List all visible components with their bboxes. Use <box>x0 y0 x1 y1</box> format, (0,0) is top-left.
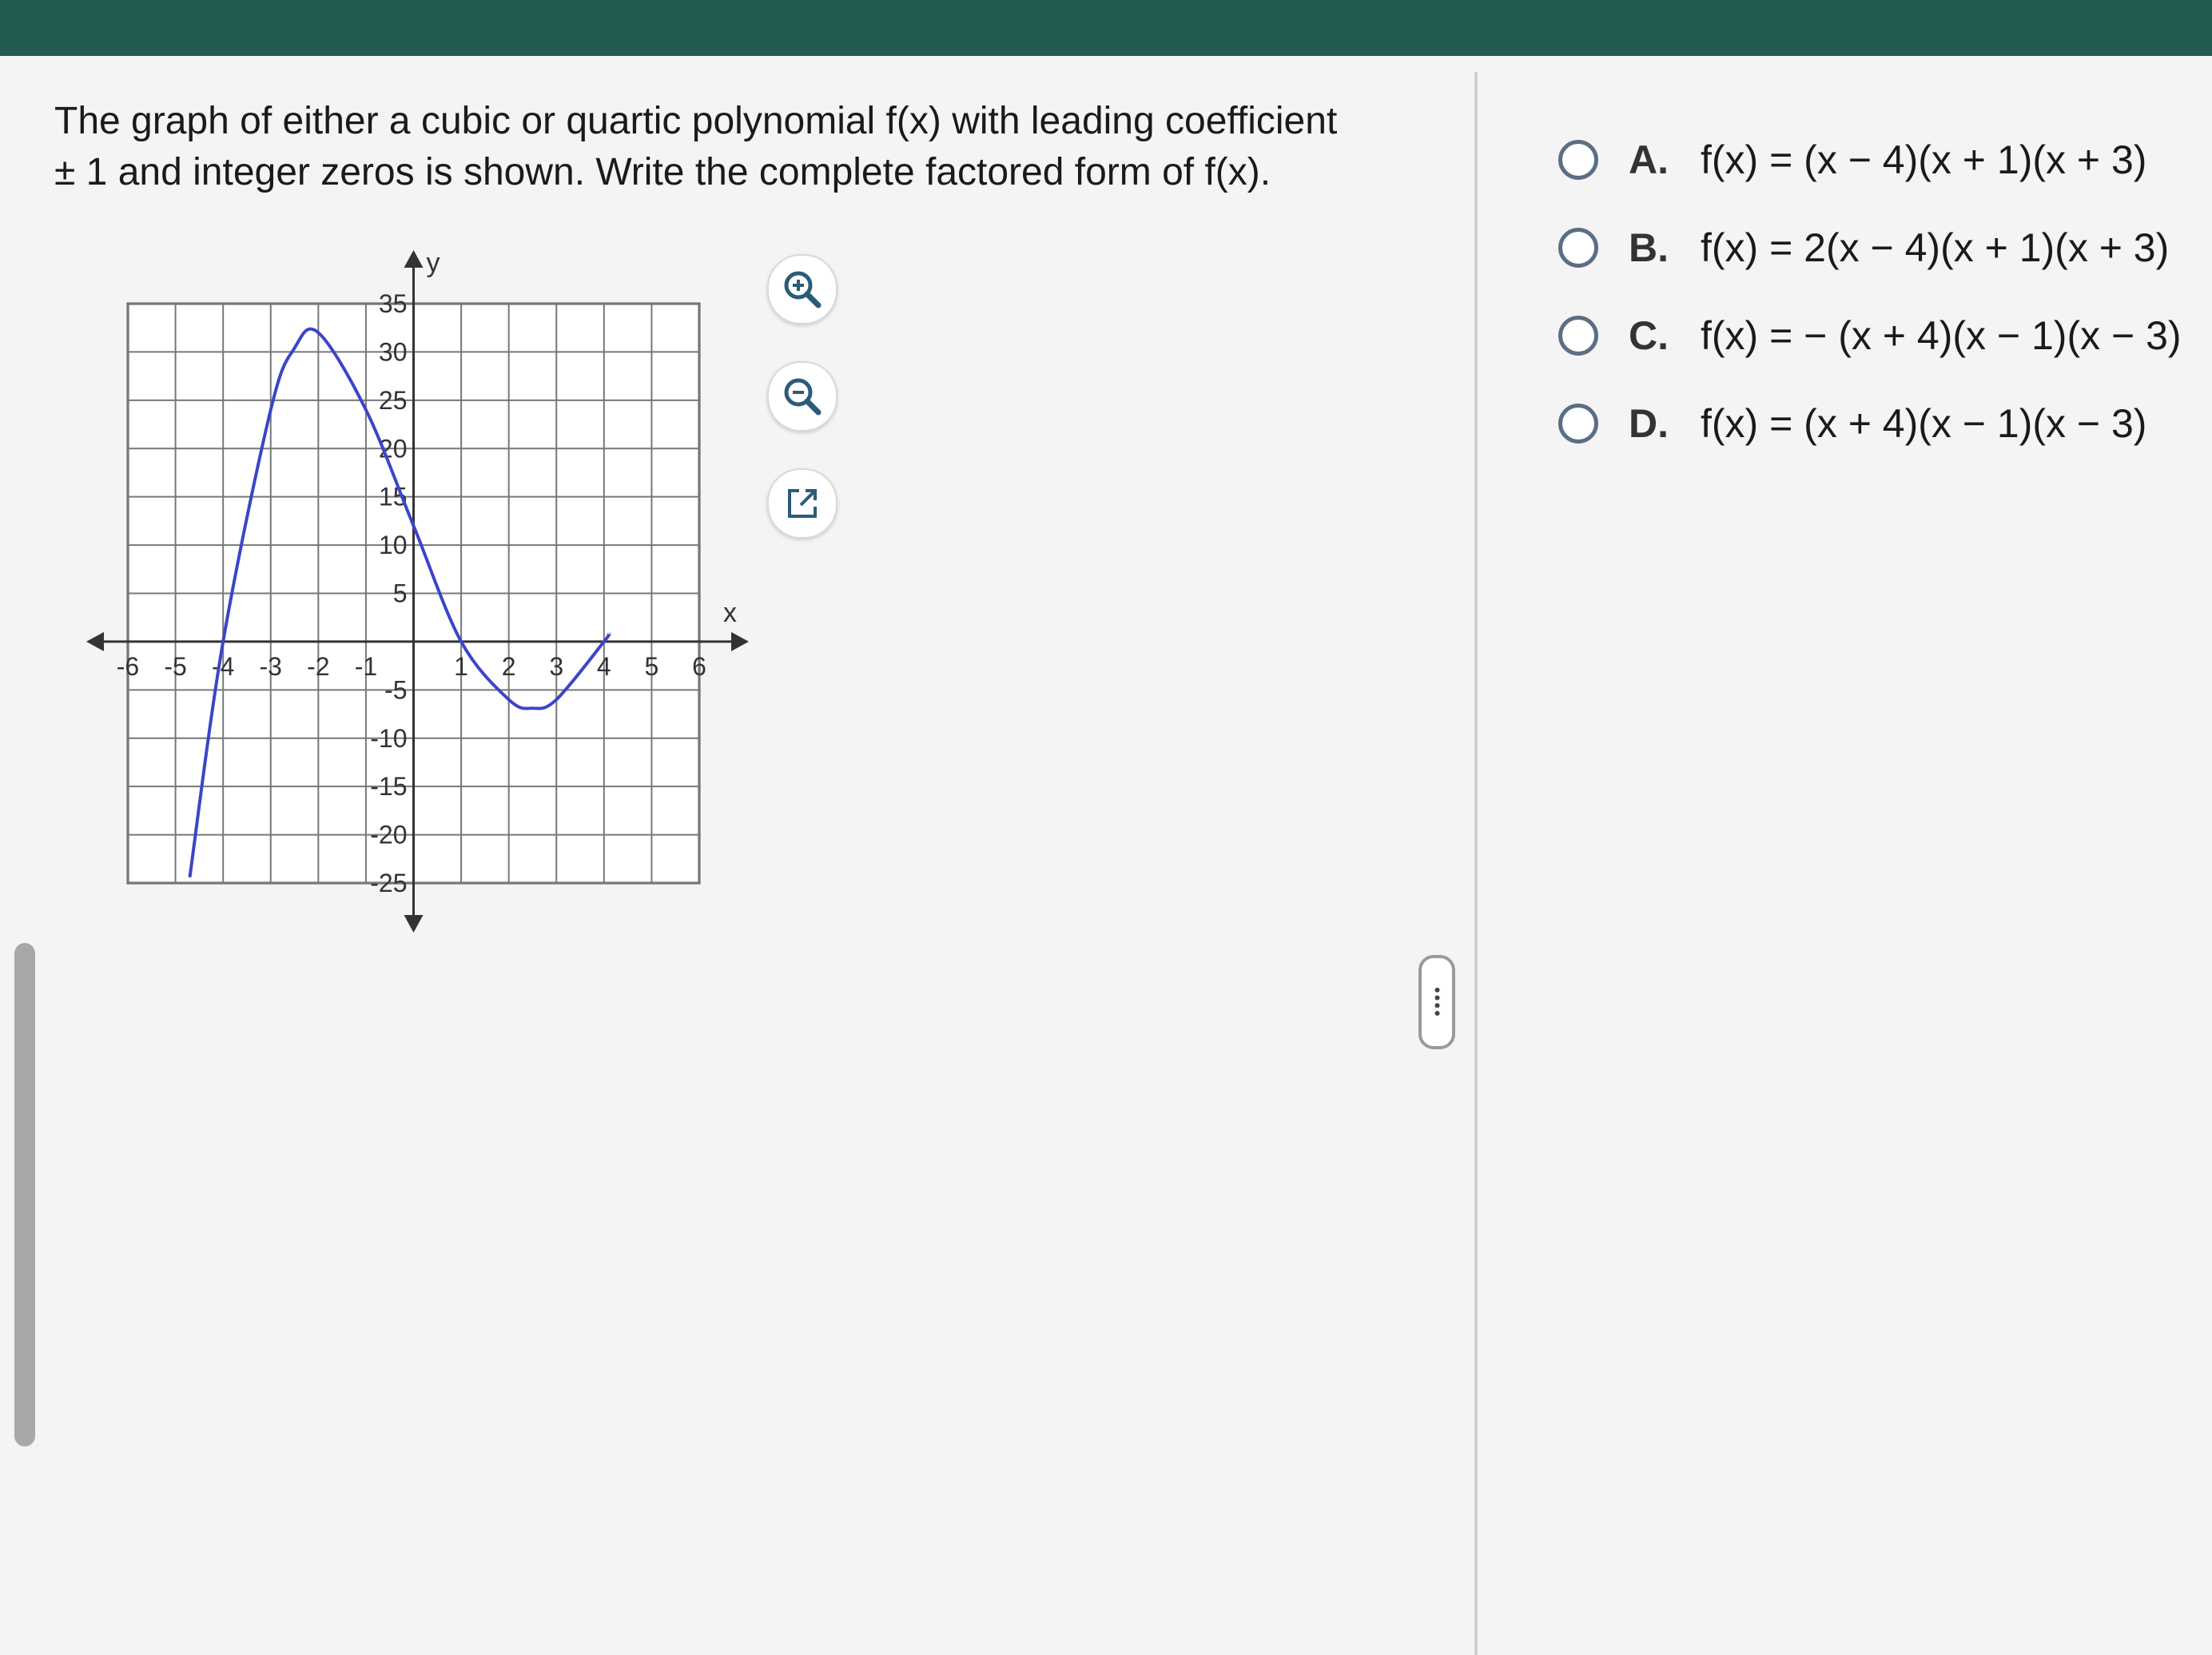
x-axis-label: x <box>723 598 737 628</box>
radio-a[interactable] <box>1558 140 1598 180</box>
x-tick-label: -3 <box>260 652 282 681</box>
x-tick-label: 4 <box>597 652 611 681</box>
polynomial-graph: x y -6 -5 -4 -3 -2 -1 1 2 3 4 5 6 35 30 25 20 15 10 5 -5 -10 -1… <box>80 248 767 935</box>
radio-b[interactable] <box>1558 228 1598 268</box>
question-line-1: The graph of either a cubic or quartic p… <box>54 100 1338 142</box>
x-tick-label: -5 <box>164 652 186 681</box>
option-letter: B. <box>1629 225 1669 270</box>
x-tick-label: -2 <box>307 652 329 681</box>
option-letter: A. <box>1629 137 1669 182</box>
y-tick-label: -10 <box>370 724 407 753</box>
pane-divider <box>1474 72 1478 1655</box>
radio-c[interactable] <box>1558 316 1598 356</box>
x-tick-label: 1 <box>454 652 468 681</box>
graph-svg: xy-6 -5 -4 -3 -2 -1 1 2 3 4 5 63530252015105-5-10-1… <box>86 248 749 933</box>
x-tick-label: -6 <box>117 652 139 681</box>
x-axis-left-arrow <box>86 631 104 651</box>
popout-button[interactable] <box>767 468 837 539</box>
answer-option-b[interactable]: B. f(x) = 2(x − 4)(x + 1)(x + 3) <box>1558 204 2190 292</box>
y-axis-label: y <box>427 248 440 278</box>
radio-d[interactable] <box>1558 404 1598 444</box>
zoom-out-button[interactable] <box>767 361 837 432</box>
zoom-in-button[interactable] <box>767 254 837 324</box>
y-tick-label: 30 <box>379 337 408 366</box>
question-line-2: ± 1 and integer zeros is shown. Write th… <box>54 151 1271 193</box>
option-letter: C. <box>1629 313 1669 358</box>
zoom-in-icon <box>784 271 822 308</box>
y-tick-label: 35 <box>379 289 408 318</box>
answer-option-d[interactable]: D. f(x) = (x + 4)(x − 1)(x − 3) <box>1558 380 2190 467</box>
x-tick-label: -4 <box>212 652 234 681</box>
pane-resize-handle[interactable]: •••• <box>1418 955 1455 1049</box>
left-scrollbar[interactable] <box>14 943 35 1446</box>
option-expression: f(x) = − (x + 4)(x − 1)(x − 3) <box>1701 313 2182 358</box>
option-expression: f(x) = (x − 4)(x + 1)(x + 3) <box>1701 137 2147 182</box>
y-tick-label: -20 <box>370 821 407 849</box>
y-tick-label: 5 <box>393 579 408 608</box>
top-bar <box>0 0 2212 56</box>
question-text: The graph of either a cubic or quartic p… <box>54 96 1413 198</box>
y-axis-up-arrow <box>404 250 424 268</box>
answer-option-c[interactable]: C. f(x) = − (x + 4)(x − 1)(x − 3) <box>1558 292 2190 380</box>
option-letter: D. <box>1629 401 1669 446</box>
popout-icon <box>788 489 817 518</box>
y-tick-label: 25 <box>379 386 408 415</box>
x-tick-label: 2 <box>502 652 516 681</box>
graph-tools <box>767 254 839 575</box>
y-tick-label: 10 <box>379 531 408 559</box>
x-axis-right-arrow <box>731 631 749 651</box>
x-tick-label: 5 <box>645 652 659 681</box>
x-tick-label: 3 <box>549 652 563 681</box>
answer-option-a[interactable]: A. f(x) = (x − 4)(x + 1)(x + 3) <box>1558 116 2190 204</box>
option-expression: f(x) = 2(x − 4)(x + 1)(x + 3) <box>1701 225 2170 270</box>
zoom-out-icon <box>784 378 822 416</box>
option-expression: f(x) = (x + 4)(x − 1)(x − 3) <box>1701 401 2147 446</box>
answer-choices: A. f(x) = (x − 4)(x + 1)(x + 3) B. f(x) … <box>1558 116 2190 467</box>
y-tick-label: -5 <box>384 675 407 704</box>
y-tick-label: -25 <box>370 869 407 897</box>
x-tick-label: 6 <box>692 652 706 681</box>
y-axis-down-arrow <box>404 915 424 933</box>
x-tick-label: -1 <box>355 652 377 681</box>
y-tick-label: -15 <box>370 772 407 801</box>
